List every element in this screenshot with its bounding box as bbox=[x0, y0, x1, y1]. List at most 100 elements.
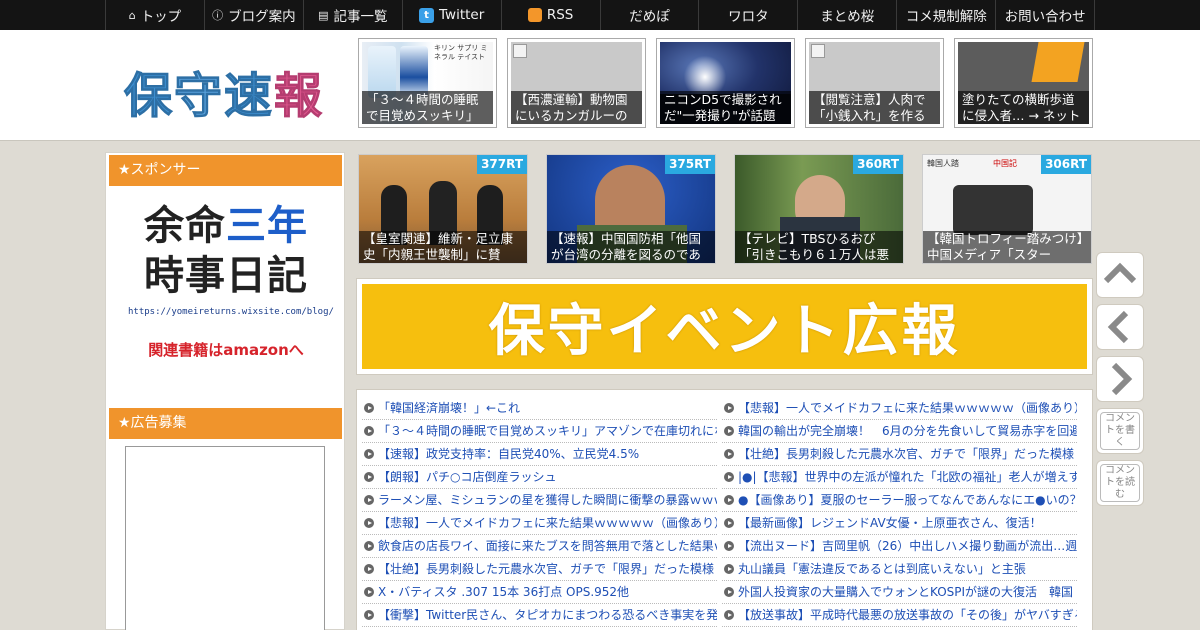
nav-item-blog-guide[interactable]: ⓘ ブログ案内 bbox=[205, 0, 304, 30]
rt-thumb-1[interactable]: 377RT 【皇室関連】維新・足立康史「内親王世襲制」に賛 bbox=[358, 154, 528, 264]
rt-caption: 【テレビ】TBSひるおび「引きこもり６１万人は悪 bbox=[735, 231, 903, 263]
prev-article-button[interactable] bbox=[1096, 304, 1144, 350]
event-banner-text: 保守イベント広報 bbox=[362, 284, 1087, 369]
nav-item-damepo[interactable]: だめぽ bbox=[601, 0, 700, 30]
sponsor-text: 余命 bbox=[144, 203, 226, 249]
write-comment-label: コメントを書く bbox=[1100, 412, 1140, 450]
rt-count-badge: 306RT bbox=[1041, 155, 1091, 174]
news-item[interactable]: 【放送事故】平成時代最悪の放送事故の「その後」がヤバすぎる bbox=[722, 604, 1077, 627]
rt-thumb-3[interactable]: 360RT 【テレビ】TBSひるおび「引きこもり６１万人は悪 bbox=[734, 154, 904, 264]
home-icon: ⌂ bbox=[128, 8, 136, 22]
news-item[interactable]: ラーメン屋、ミシュランの星を獲得した瞬間に衝撃の暴露ｗｗｗ bbox=[362, 489, 717, 512]
chevron-left-icon bbox=[1107, 310, 1129, 344]
nav-bar: ⌂ トップ ⓘ ブログ案内 ▤ 記事一覧 t Twitter RSS だめぽ ワロタ ま… bbox=[105, 0, 1096, 30]
paint-patch bbox=[1031, 42, 1085, 82]
nav-label: まとめ桜 bbox=[820, 9, 875, 25]
sponsor-amazon-link[interactable]: 関連書籍はamazonへ bbox=[128, 339, 324, 360]
rt-caption: 【韓国トロフィー踏みつけ】中国メディア「スター bbox=[923, 231, 1091, 263]
list-icon: ▤ bbox=[318, 8, 329, 22]
header-thumb-2[interactable]: 【西濃運輸】動物園にいるカンガルーの bbox=[507, 38, 646, 128]
news-item[interactable]: 飲食店の店長ワイ、面接に来たブスを問答無用で落とした結果ｗ bbox=[362, 535, 717, 558]
nav-item-comment-unblock[interactable]: コメ規制解除 bbox=[897, 0, 997, 30]
news-item[interactable]: 【壮絶】長男刺殺した元農水次官、ガチで「限界」だった模様 bbox=[362, 558, 717, 581]
sponsor-title-line2: 時事日記 bbox=[144, 253, 308, 299]
main-content: 377RT 【皇室関連】維新・足立康史「内親王世襲制」に賛 375RT 【速報】… bbox=[355, 152, 1095, 630]
rt-thumb-2[interactable]: 375RT 【速報】中国国防相「他国が台湾の分離を図るのであ bbox=[546, 154, 716, 264]
thumb-caption: ニコンD5で撮影されだ"一発撮り"が話題 bbox=[660, 91, 791, 124]
broken-image-icon bbox=[811, 44, 825, 58]
news-item[interactable]: 【悲報】一人でメイドカフェに来た結果ｗｗｗｗｗ（画像あり） bbox=[362, 512, 717, 535]
news-item[interactable]: 【悲報】一人でメイドカフェに来た結果ｗｗｗｗｗ（画像あり） bbox=[722, 397, 1077, 420]
header-thumb-1[interactable]: キリン サプリ ミネラル テイスト 「３～４時間の睡眠で目覚めスッキリ」アマゾン bbox=[358, 38, 497, 128]
rt-caption: 【皇室関連】維新・足立康史「内親王世襲制」に賛 bbox=[359, 231, 527, 263]
nav-label: コメ規制解除 bbox=[905, 9, 987, 25]
nav-item-twitter[interactable]: t Twitter bbox=[403, 0, 502, 30]
news-item[interactable]: 【朗報】パチ○コ店倒産ラッシュ bbox=[362, 466, 717, 489]
nav-item-top[interactable]: ⌂ トップ bbox=[105, 0, 205, 30]
nav-label: ブログ案内 bbox=[228, 9, 296, 25]
nav-label: RSS bbox=[546, 7, 574, 23]
news-item[interactable]: 丸山議員「憲法違反であるとは到底いえない」と主張 bbox=[722, 558, 1077, 581]
nav-item-contact[interactable]: お問い合わせ bbox=[996, 0, 1096, 30]
thumb-image-text: キリン サプリ ミネラル テイスト bbox=[434, 44, 488, 61]
nav-item-matome-sakura[interactable]: まとめ桜 bbox=[798, 0, 898, 30]
rt-count-badge: 375RT bbox=[665, 155, 715, 174]
twitter-icon: t bbox=[419, 7, 435, 23]
scroll-top-button[interactable] bbox=[1096, 252, 1144, 298]
rt-count-badge: 360RT bbox=[853, 155, 903, 174]
site-header: 保守速報 キリン サプリ ミネラル テイスト 「３～４時間の睡眠で目覚めスッキリ… bbox=[0, 30, 1200, 141]
news-item[interactable]: 外国人投資家の大量購入でウォンとKOSPIが謎の大復活 韓国 bbox=[722, 581, 1077, 604]
rt-count-badge: 377RT bbox=[477, 155, 527, 174]
write-comment-button[interactable]: コメントを書く bbox=[1096, 408, 1144, 454]
info-icon: ⓘ bbox=[212, 9, 224, 22]
sponsor-banner[interactable]: 余命三年 時事日記 https://yomeireturns.wixsite.c… bbox=[128, 201, 334, 360]
news-item[interactable]: 【流出ヌード】吉岡里帆（26）中出しハメ撮り動画が流出…週刊 bbox=[722, 535, 1077, 558]
news-item[interactable]: 【壮絶】長男刺殺した元農水次官、ガチで「限界」だった模様 bbox=[722, 443, 1077, 466]
news-item[interactable]: ●【画像あり】夏服のセーラー服ってなんであんなにエ●いの？ bbox=[722, 489, 1077, 512]
rt-thumb-4[interactable]: 韓国人踏 中国記 306RT 【韓国トロフィー踏みつけ】中国メディア「スター bbox=[922, 154, 1092, 264]
read-comment-button[interactable]: コメントを読む bbox=[1096, 460, 1144, 506]
read-comment-label: コメントを読む bbox=[1100, 464, 1140, 502]
logo-char: 保 bbox=[123, 68, 175, 125]
news-item[interactable]: 【衝撃】Twitter民さん、タピオカにまつわる恐るべき事実を発見 bbox=[362, 604, 717, 627]
news-column-right: 【悲報】一人でメイドカフェに来た結果ｗｗｗｗｗ（画像あり） 韓国の輸出が完全崩壊！… bbox=[722, 397, 1077, 627]
news-list: 「韓国経済崩壊！」←これ 「３～４時間の睡眠で目覚めスッキリ」アマゾンで在庫切れに… bbox=[356, 389, 1093, 630]
event-banner[interactable]: 保守イベント広報 bbox=[356, 278, 1093, 375]
nav-item-rss[interactable]: RSS bbox=[502, 0, 601, 30]
ad-placeholder bbox=[125, 446, 325, 630]
sponsor-title-line1: 余命三年 bbox=[128, 201, 324, 251]
rt-caption: 【速報】中国国防相「他国が台湾の分離を図るのであ bbox=[547, 231, 715, 263]
nav-label: Twitter bbox=[439, 7, 485, 23]
news-item[interactable]: 【最新画像】レジェンドAV女優・上原亜衣さん、復活！ bbox=[722, 512, 1077, 535]
sponsor-heading: ★スポンサー bbox=[109, 155, 342, 186]
chevron-up-icon bbox=[1103, 262, 1137, 284]
next-article-button[interactable] bbox=[1096, 356, 1144, 402]
thumb-caption: 【西濃運輸】動物園にいるカンガルーの bbox=[511, 91, 642, 124]
rss-icon bbox=[527, 8, 542, 22]
nav-item-article-list[interactable]: ▤ 記事一覧 bbox=[304, 0, 403, 30]
nav-label: だめぽ bbox=[629, 9, 670, 25]
header-thumb-4[interactable]: 【閲覧注意】人肉で「小銭入れ」を作る bbox=[805, 38, 944, 128]
top-navigation: ⌂ トップ ⓘ ブログ案内 ▤ 記事一覧 t Twitter RSS だめぽ ワロタ ま… bbox=[0, 0, 1200, 30]
chevron-right-icon bbox=[1111, 362, 1133, 396]
header-thumb-3[interactable]: ニコンD5で撮影されだ"一発撮り"が話題 bbox=[656, 38, 795, 128]
news-item[interactable]: 「韓国経済崩壊！」←これ bbox=[362, 397, 717, 420]
news-item[interactable]: 「３～４時間の睡眠で目覚めスッキリ」アマゾンで在庫切れにな bbox=[362, 420, 717, 443]
header-thumb-5[interactable]: 塗りたての横断歩道に侵入者… → ネット bbox=[954, 38, 1093, 128]
news-item[interactable]: X・バティスタ .307 15本 36打点 OPS.952他 bbox=[362, 581, 717, 604]
photo-shape bbox=[953, 185, 1033, 235]
logo-char: 守 bbox=[174, 68, 225, 125]
thumb-caption: 塗りたての横断歩道に侵入者… → ネット bbox=[958, 91, 1089, 124]
thumb-image-text: 中国記 bbox=[993, 159, 1017, 168]
nav-label: 記事一覧 bbox=[333, 9, 388, 25]
news-item[interactable]: |●|【悲報】世界中の左派が憧れた「北欧の福祉」老人が増えすぎ bbox=[722, 466, 1077, 489]
news-item[interactable]: 【速報】政党支持率：自民党40%、立民党4.5% bbox=[362, 443, 717, 466]
ad-heading: ★広告募集 bbox=[109, 408, 342, 439]
sidebar: ★スポンサー 余命三年 時事日記 https://yomeireturns.wi… bbox=[105, 152, 345, 630]
news-item[interactable]: 韓国の輸出が完全崩壊！ 6月の分を先食いして貿易赤字を回避 bbox=[722, 420, 1077, 443]
site-logo[interactable]: 保守速報 bbox=[123, 56, 325, 126]
floating-buttons: コメントを書く コメントを読む bbox=[1096, 252, 1146, 506]
thumb-caption: 【閲覧注意】人肉で「小銭入れ」を作る bbox=[809, 91, 940, 124]
logo-char: 報 bbox=[274, 68, 325, 125]
nav-item-warota[interactable]: ワロタ bbox=[699, 0, 799, 30]
